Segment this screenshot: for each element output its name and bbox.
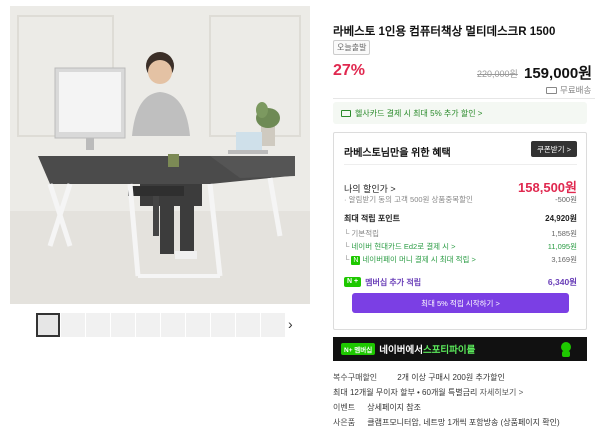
bundle-value: 2개 이상 구매시 200원 추가할인 <box>397 373 505 382</box>
banner-text-highlight: 스포티파이를 <box>422 345 476 356</box>
product-title: 라베스토 1인용 컴퓨터책상 멀티데스크R 1500 <box>333 26 556 38</box>
divider <box>333 98 595 99</box>
benefit-box: 라베스토님만을 위한 혜택 쿠폰받기 > 나의 할인가 > 158,500원 ·… <box>333 132 587 330</box>
bundle-label: 복수구매할인 <box>333 373 378 382</box>
original-price: 220,000원 <box>477 69 518 79</box>
membership-label: N + 멤버십 추가 적립 <box>344 277 421 288</box>
bundle-discount-row: 복수구매할인 2개 이상 구매시 200원 추가할인 <box>333 372 505 383</box>
npay-money-row: └ N 네이버페이 머니 결제 시 최대 적립 > 3,169원 <box>344 254 577 265</box>
points-value: 24,920원 <box>545 214 577 223</box>
basic-points-row: └ 기본적립 1,585원 <box>344 228 577 239</box>
gift-label: 사은품 <box>333 418 356 427</box>
installment-row: 최대 12개월 무이자 할부 • 60개월 특별금리 자세히보기 > <box>333 387 523 398</box>
coupon-note-label: · 알림받기 동의 고객 500원 상품중복할인 <box>344 195 473 204</box>
product-main-image[interactable] <box>10 6 310 304</box>
thumbnail-strip <box>36 313 306 337</box>
thumbnail-9[interactable] <box>236 313 260 337</box>
shipping-info: 무료배송 <box>546 84 591 96</box>
membership-row: N + 멤버십 추가 적립 6,340원 <box>344 276 577 288</box>
membership-value: 6,340원 <box>547 277 577 287</box>
coupon-note-value: -500원 <box>555 195 577 204</box>
thumbnail-4[interactable] <box>111 313 135 337</box>
today-shipping-badge: 오늘출발 <box>333 40 371 55</box>
gift-value: 클램프모니터암, 네트망 1개씩 포함방송 (상품페이지 확인) <box>367 418 560 427</box>
gift-row: 사은품 클램프모니터암, 네트망 1개씩 포함방송 (상품페이지 확인) <box>333 417 560 428</box>
thumbnail-3[interactable] <box>86 313 110 337</box>
hyundai-card-label[interactable]: └ 네이버 현대카드 Ed2로 결제 시 > <box>344 241 455 252</box>
truck-icon <box>546 86 557 94</box>
event-label: 이벤트 <box>333 403 356 412</box>
character-icon <box>561 342 571 357</box>
hyundai-card-value: 11,095원 <box>547 242 577 251</box>
installment-value: 최대 12개월 무이자 할부 • 60개월 특별금리 <box>333 388 478 397</box>
npay-money-label[interactable]: └ N 네이버페이 머니 결제 시 최대 적립 > <box>344 254 476 265</box>
sale-price: 159,000원 <box>524 65 593 82</box>
thumbnail-7[interactable] <box>186 313 210 337</box>
benefit-title: 라베스토님만을 위한 혜택 <box>344 148 451 159</box>
thumbnail-2[interactable] <box>61 313 85 337</box>
thumbnail-10[interactable] <box>261 313 285 337</box>
thumbnail-1[interactable] <box>36 313 60 337</box>
points-label: 최대 적립 포인트 <box>344 214 400 223</box>
naver-plus-badge: N + <box>344 277 362 287</box>
thumbnail-6[interactable] <box>161 313 185 337</box>
basic-points-label: └ 기본적립 <box>344 229 380 238</box>
shipping-label: 무료배송 <box>560 85 592 95</box>
card-promo-banner[interactable]: 헬사카드 결제 시 최대 5% 추가 할인 > <box>333 102 587 124</box>
membership-start-button[interactable]: 최대 5% 적립 시작하기 > <box>352 293 569 313</box>
credit-card-icon <box>341 109 351 117</box>
banner-text-prefix: 네이버에서 <box>379 345 423 356</box>
installment-link[interactable]: 자세히보기 > <box>480 388 524 397</box>
membership-badge: N+ 멤버십 <box>341 343 376 355</box>
coupon-note-row: · 알림받기 동의 고객 500원 상품중복할인 -500원 <box>344 194 577 205</box>
hyundai-card-row: └ 네이버 현대카드 Ed2로 결제 시 > 11,095원 <box>344 241 577 252</box>
spotify-promo-banner[interactable]: N+ 멤버십 네이버에서 스포티파이를 <box>333 337 587 361</box>
thumbnail-5[interactable] <box>136 313 160 337</box>
divider <box>344 164 577 165</box>
product-photo <box>10 6 310 304</box>
chevron-right-icon[interactable]: › <box>288 316 293 332</box>
event-row: 이벤트 상세페이지 참조 <box>333 402 421 413</box>
basic-points-value: 1,585원 <box>551 229 577 238</box>
naver-pay-icon: N <box>351 256 361 265</box>
card-promo-text: 헬사카드 결제 시 최대 5% 추가 할인 > <box>355 108 483 118</box>
points-row: 최대 적립 포인트 24,920원 <box>344 213 577 224</box>
event-value: 상세페이지 참조 <box>367 403 421 412</box>
discount-rate: 27% <box>333 62 366 79</box>
coupon-button[interactable]: 쿠폰받기 > <box>531 141 577 157</box>
npay-money-value: 3,169원 <box>551 255 577 264</box>
thumbnail-8[interactable] <box>211 313 235 337</box>
